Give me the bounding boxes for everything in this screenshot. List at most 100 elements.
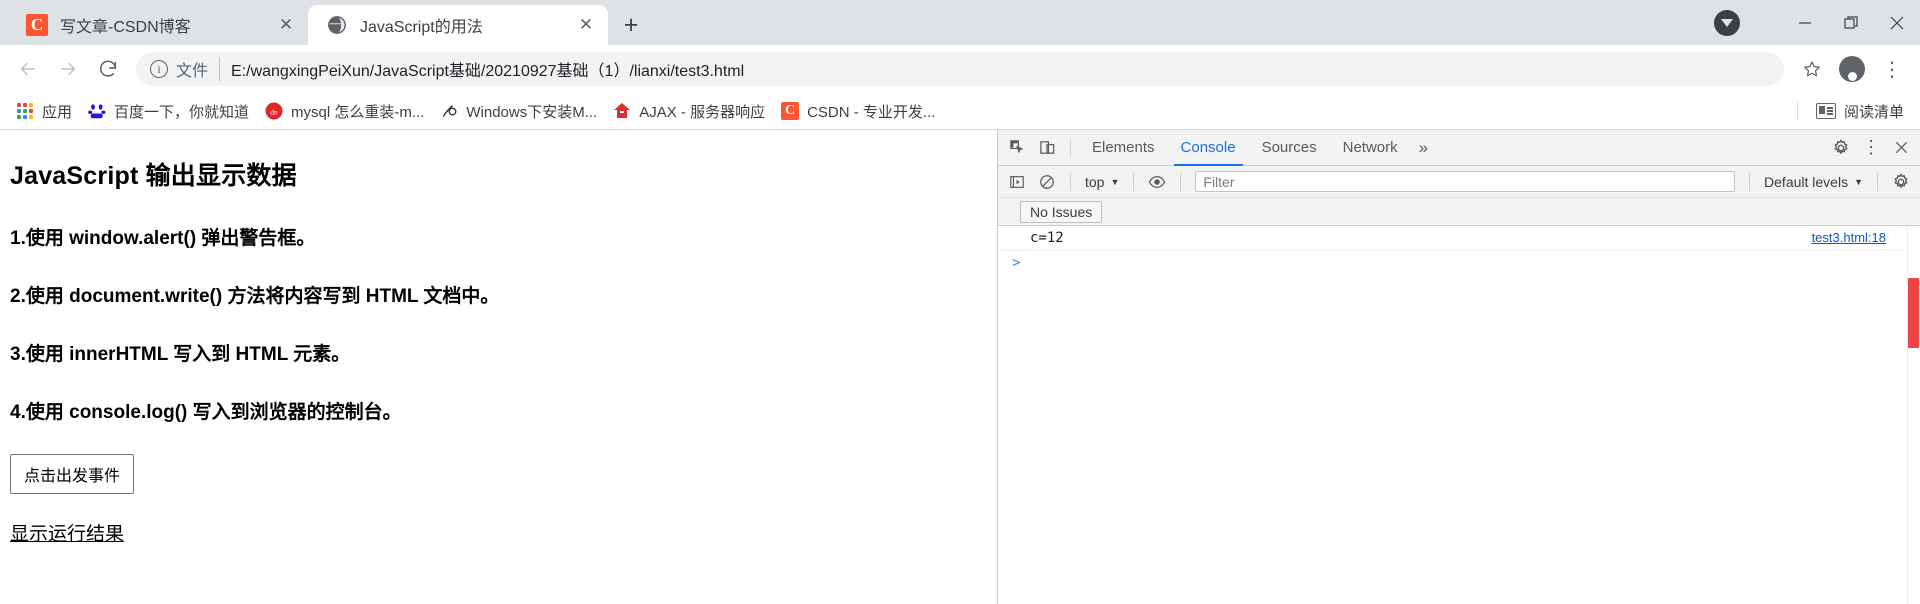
page-line-2: 2.使用 document.write() 方法将内容写到 HTML 文档中。	[10, 286, 500, 307]
devtools-close-icon[interactable]	[1886, 134, 1916, 162]
bookmark-label-ajax: AJAX - 服务器响应	[639, 103, 766, 121]
web-page-content: JavaScript 输出显示数据 1.使用 window.alert() 弹出…	[0, 130, 997, 604]
minimize-button[interactable]	[1782, 0, 1828, 45]
console-filter-input[interactable]: Filter	[1195, 171, 1736, 192]
star-icon[interactable]	[1792, 49, 1832, 89]
devtools-kebab-menu[interactable]: ⋮	[1856, 134, 1886, 162]
live-expression-eye-icon[interactable]	[1142, 168, 1172, 196]
bookmark-apps[interactable]: 应用	[8, 97, 80, 125]
page-line-3: 3.使用 innerHTML 写入到 HTML 元素。	[10, 344, 351, 365]
url-scheme-label: 文件	[176, 57, 221, 81]
no-issues-button[interactable]: No Issues	[1020, 200, 1103, 223]
devtools-overflow-chevron-icon[interactable]: »	[1411, 138, 1436, 158]
page-line-4: 4.使用 console.log() 写入到浏览器的控制台。	[10, 402, 402, 423]
tab-close-icon-2[interactable]: ✕	[574, 13, 598, 37]
tab-list: C 写文章-CSDN博客 ✕ JavaScript的用法 ✕ +	[0, 0, 648, 45]
devtools-panel: Elements Console Sources Network » ⋮ top…	[997, 130, 1920, 604]
csdn-red-icon: dn	[265, 102, 283, 120]
reading-list-label: 阅读清单	[1843, 103, 1904, 121]
runoob-icon	[613, 102, 631, 120]
csdn-icon: C	[781, 102, 800, 120]
console-prompt-caret-icon: >	[1012, 255, 1021, 271]
bookmark-csdn[interactable]: C CSDN - 专业开发...	[773, 97, 943, 125]
console-divider-4	[1749, 172, 1751, 191]
tab-elements[interactable]: Elements	[1079, 130, 1168, 166]
console-levels-label: Default levels	[1764, 173, 1849, 190]
tab-network[interactable]: Network	[1330, 130, 1411, 166]
browser-viewport: JavaScript 输出显示数据 1.使用 window.alert() 弹出…	[0, 130, 1920, 604]
console-levels-selector[interactable]: Default levels ▼	[1758, 174, 1869, 190]
bookmark-label-baidu: 百度一下，你就知道	[114, 103, 250, 121]
chevron-down-icon: ▼	[1110, 176, 1120, 187]
bookmarks-bar-right: 阅读清单	[1787, 97, 1912, 125]
browser-tab-1[interactable]: C 写文章-CSDN博客 ✕	[8, 5, 308, 45]
console-log-message: c=12	[1030, 230, 1064, 246]
console-log-source-link[interactable]: test3.html:18	[1812, 230, 1906, 245]
bookmark-label-windows: Windows下安装M...	[466, 103, 598, 121]
forward-arrow-icon[interactable]	[48, 49, 88, 89]
page-line-1: 1.使用 window.alert() 弹出警告框。	[10, 228, 316, 249]
console-issues-row: No Issues	[998, 198, 1920, 226]
console-output: c=12 test3.html:18 >	[998, 226, 1920, 604]
inspect-element-icon[interactable]	[1002, 134, 1032, 162]
bookmark-ajax-response[interactable]: AJAX - 服务器响应	[605, 97, 773, 125]
bookmark-windows-install[interactable]: Windows下安装M...	[432, 97, 605, 125]
bookmark-label-apps: 应用	[42, 103, 73, 121]
reading-list-icon	[1815, 103, 1836, 119]
console-scrollbar[interactable]	[1907, 226, 1920, 604]
bookmarks-bar: 应用 百度一下，你就知道 dn mysql 怎么重装-m... Windows下…	[0, 93, 1920, 130]
download-indicator-icon[interactable]	[1714, 9, 1740, 36]
globe-icon	[326, 14, 348, 36]
bookmarks-divider	[1796, 102, 1798, 120]
console-prompt-row[interactable]: >	[998, 251, 1920, 275]
trigger-event-button[interactable]: 点击出发事件	[10, 454, 135, 494]
devtools-tabbar-right: ⋮	[1826, 134, 1916, 162]
no-entry-icon[interactable]	[1032, 168, 1062, 196]
console-divider-2	[1133, 172, 1135, 191]
apps-grid-icon	[16, 102, 34, 120]
script-icon	[440, 102, 458, 120]
browser-tab-2[interactable]: JavaScript的用法 ✕	[308, 5, 608, 45]
tab-title-2: JavaScript的用法	[360, 19, 483, 36]
address-bar[interactable]: i 文件 E:/wangxingPeiXun/JavaScript基础/2021…	[136, 52, 1784, 86]
console-log-row: c=12 test3.html:18	[998, 226, 1920, 251]
console-divider-1	[1070, 172, 1071, 191]
back-arrow-icon[interactable]	[8, 49, 48, 89]
bookmark-label-csdn: CSDN - 专业开发...	[807, 103, 936, 121]
device-toolbar-icon[interactable]	[1032, 134, 1062, 162]
console-divider-3	[1180, 172, 1182, 191]
reload-arrow-icon[interactable]	[88, 49, 128, 89]
reading-list-button[interactable]: 阅读清单	[1808, 97, 1912, 125]
csdn-icon: C	[26, 14, 48, 36]
bookmark-label-mysql: mysql 怎么重装-m...	[291, 103, 425, 121]
tab-close-icon-1[interactable]: ✕	[274, 13, 298, 37]
clear-console-icon[interactable]	[1002, 168, 1032, 196]
site-info-icon[interactable]: i	[150, 60, 168, 78]
browser-tab-strip: C 写文章-CSDN博客 ✕ JavaScript的用法 ✕ +	[0, 0, 1920, 45]
bookmark-mysql-reinstall[interactable]: dn mysql 怎么重装-m...	[257, 97, 432, 125]
bookmark-baidu[interactable]: 百度一下，你就知道	[80, 97, 257, 125]
tab-console[interactable]: Console	[1168, 130, 1249, 166]
baidu-icon	[88, 102, 106, 120]
browser-menu-button[interactable]: ⋮	[1872, 49, 1912, 89]
console-scrollbar-thumb[interactable]	[1908, 278, 1919, 348]
window-controls	[1714, 0, 1920, 45]
maximize-button[interactable]	[1828, 0, 1874, 45]
close-button[interactable]	[1874, 0, 1920, 45]
console-context-label: top	[1085, 173, 1105, 190]
console-divider-5	[1877, 172, 1878, 191]
console-settings-gear-icon[interactable]	[1886, 168, 1916, 196]
tab-title-1: 写文章-CSDN博客	[60, 19, 191, 36]
devtools-tabbar: Elements Console Sources Network » ⋮	[998, 130, 1920, 166]
browser-toolbar: i 文件 E:/wangxingPeiXun/JavaScript基础/2021…	[0, 45, 1920, 93]
gear-icon[interactable]	[1826, 134, 1856, 162]
chevron-down-icon: ▼	[1854, 176, 1863, 187]
console-toolbar: top ▼ Filter Default levels ▼	[998, 166, 1920, 198]
console-context-selector[interactable]: top ▼	[1079, 171, 1125, 193]
page-title: JavaScript 输出显示数据	[10, 162, 297, 190]
tab-sources[interactable]: Sources	[1249, 130, 1330, 166]
profile-avatar[interactable]	[1832, 49, 1872, 89]
new-tab-button[interactable]: +	[614, 8, 648, 42]
svg-text:dn: dn	[270, 107, 278, 116]
show-result-link[interactable]: 显示运行结果	[10, 519, 987, 546]
